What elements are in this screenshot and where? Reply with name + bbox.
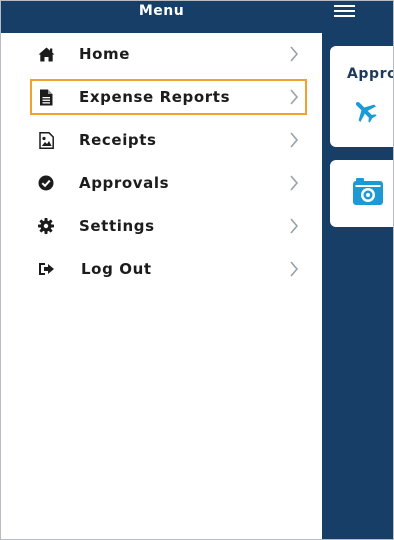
menu-item-label: Expense Reports xyxy=(79,88,231,106)
chevron-right-icon xyxy=(288,132,300,148)
menu-item-settings[interactable]: Settings xyxy=(30,208,307,244)
approvals-card[interactable]: Appro xyxy=(330,46,394,147)
camera-icon xyxy=(353,178,383,205)
approvals-card-title: Appro xyxy=(347,66,394,82)
airplane-icon xyxy=(355,101,377,123)
chevron-right-icon xyxy=(288,46,300,62)
image-icon xyxy=(37,131,55,149)
home-icon xyxy=(37,45,55,63)
menu-item-label: Settings xyxy=(79,217,155,235)
menu-item-home[interactable]: Home xyxy=(30,36,307,72)
chevron-right-icon xyxy=(288,89,300,105)
main-content-panel: Appro xyxy=(322,1,394,539)
hamburger-icon[interactable] xyxy=(334,5,355,18)
menu-item-receipts[interactable]: Receipts xyxy=(30,122,307,158)
sign-out-icon xyxy=(37,260,55,278)
chevron-right-icon xyxy=(288,175,300,191)
document-icon xyxy=(37,88,55,106)
menu-item-expense-reports[interactable]: Expense Reports xyxy=(30,79,307,115)
check-circle-icon xyxy=(37,174,55,192)
menu-item-log-out[interactable]: Log Out xyxy=(30,251,307,287)
chevron-right-icon xyxy=(288,218,300,234)
app-frame: Appro Menu Home Expense Reports Receipts… xyxy=(0,0,394,540)
receipts-card[interactable] xyxy=(330,160,393,227)
menu-item-approvals[interactable]: Approvals xyxy=(30,165,307,201)
drawer-header: Menu xyxy=(1,1,322,33)
gear-icon xyxy=(37,217,55,235)
chevron-right-icon xyxy=(288,261,300,277)
menu-item-label: Approvals xyxy=(79,174,170,192)
menu-item-label: Log Out xyxy=(81,260,152,278)
menu-item-label: Receipts xyxy=(79,131,157,149)
menu-item-label: Home xyxy=(79,45,131,63)
navigation-drawer: Menu Home Expense Reports Receipts Appro… xyxy=(1,1,322,539)
drawer-title: Menu xyxy=(138,3,185,19)
